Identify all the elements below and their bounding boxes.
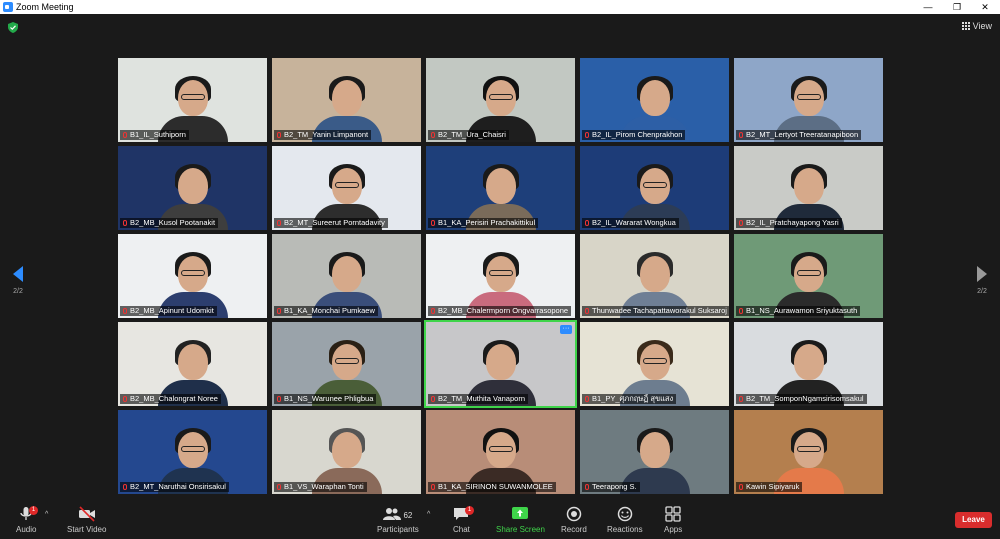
participant-name: B2_MT_Naruthai Onsirisakul bbox=[120, 482, 229, 492]
participant-tile[interactable]: B2_TM_Yanin Limpanont bbox=[272, 58, 421, 142]
participant-name: B2_MT_Sureerut Porntadavity bbox=[274, 218, 388, 228]
participant-tile[interactable]: B2_TM_Ura_Chaisri bbox=[426, 58, 575, 142]
start-video-label: Start Video bbox=[67, 525, 107, 534]
next-page-button[interactable]: 2/2 bbox=[974, 266, 990, 300]
participant-name: B2_MB_Chalongrat Noree bbox=[120, 394, 221, 404]
leave-button[interactable]: Leave bbox=[955, 512, 992, 528]
participant-name: B2_TM_SomponNgamsirisomsakul bbox=[736, 394, 867, 404]
participant-name: Kawin Sipiyaruk bbox=[736, 482, 803, 492]
participant-tile[interactable]: B2_MT_Sureerut Porntadavity bbox=[272, 146, 421, 230]
participant-tile[interactable]: B2_IL_Pratchayapong Yasri bbox=[734, 146, 883, 230]
title-bar: Zoom Meeting — ❐ ✕ bbox=[0, 0, 1000, 14]
grid-view-icon bbox=[961, 22, 970, 30]
chat-badge: 1 bbox=[465, 506, 474, 515]
apps-icon bbox=[665, 506, 681, 522]
share-screen-icon bbox=[512, 507, 529, 519]
view-label: View bbox=[972, 21, 992, 31]
participant-name: Thunwadee Tachapattaworakul Suksaroj bbox=[582, 306, 729, 316]
video-off-icon bbox=[78, 506, 95, 522]
audio-badge: 1 bbox=[29, 506, 38, 515]
start-video-button[interactable]: Start Video bbox=[67, 506, 106, 534]
participant-name: B2_MB_Chalermporn Ongvarrasopone bbox=[428, 306, 572, 316]
participant-tile[interactable]: B1_KA_SIRINON SUWANMOLEE bbox=[426, 410, 575, 494]
arrow-left-icon bbox=[13, 266, 23, 282]
participant-tile[interactable]: B1_PY_ศุภกฤษฏิ์ สุขแสง bbox=[580, 322, 729, 406]
participant-tile[interactable]: B2_MB_Chalermporn Ongvarrasopone bbox=[426, 234, 575, 318]
record-icon bbox=[566, 506, 582, 522]
gallery-view: View 2/2 2/2 B1_IL_Suthiporn B2_TM_Yanin … bbox=[0, 14, 1000, 502]
record-label: Record bbox=[561, 525, 587, 534]
share-screen-label: Share Screen bbox=[496, 525, 545, 534]
participant-tile[interactable]: B1_NS_Aurawamon Sriyuktasuth bbox=[734, 234, 883, 318]
participant-tile[interactable]: B1_NS_Warunee Phligbua bbox=[272, 322, 421, 406]
reactions-label: Reactions bbox=[607, 525, 643, 534]
arrow-right-icon bbox=[977, 266, 987, 282]
participant-name: B2_TM_Ura_Chaisri bbox=[428, 130, 509, 140]
minimize-button[interactable]: — bbox=[913, 0, 943, 14]
participant-name: B2_TM_Yanin Limpanont bbox=[274, 130, 372, 140]
participant-name: B2_MB_Kusol Pootanakit bbox=[120, 218, 219, 228]
participants-button[interactable]: 62 Participants bbox=[377, 506, 419, 534]
participant-tile[interactable]: B2_MT_Lertyot Treeratanapiboon bbox=[734, 58, 883, 142]
reactions-icon bbox=[617, 506, 633, 522]
chat-label: Chat bbox=[453, 525, 470, 534]
participant-tile[interactable]: B2_IL_Wararat Wongkua bbox=[580, 146, 729, 230]
close-button[interactable]: ✕ bbox=[970, 0, 1000, 14]
participant-tile[interactable]: B2_MT_Naruthai Onsirisakul bbox=[118, 410, 267, 494]
participant-name: Teerapong S. bbox=[582, 482, 640, 492]
apps-button[interactable]: Apps bbox=[664, 506, 682, 534]
participant-name: B1_VS_Waraphan Tonti bbox=[274, 482, 367, 492]
apps-label: Apps bbox=[664, 525, 683, 534]
audio-label: Audio bbox=[16, 525, 37, 534]
shield-icon[interactable] bbox=[8, 22, 18, 33]
participants-count: 62 bbox=[403, 511, 413, 520]
participant-name: B2_TM_Muthita Vanaporn bbox=[428, 394, 528, 404]
meeting-toolbar: Audio 1 ^ Start Video 62 Participants ^ … bbox=[0, 502, 1000, 539]
view-button[interactable]: View bbox=[961, 21, 992, 31]
participant-tile[interactable]: B1_KA_Monchai Pumkaew bbox=[272, 234, 421, 318]
participant-tile[interactable]: B2_IL_Pirom Chenprakhon bbox=[580, 58, 729, 142]
more-options-button[interactable]: ··· bbox=[560, 325, 572, 334]
participant-name: B1_IL_Suthiporn bbox=[120, 130, 189, 140]
participant-tile[interactable]: B1_KA_Perisiri Prachakittikul bbox=[426, 146, 575, 230]
audio-button[interactable]: Audio 1 bbox=[16, 506, 38, 534]
previous-page-button[interactable]: 2/2 bbox=[10, 266, 26, 300]
participant-tile[interactable]: B2_MB_Chalongrat Noree bbox=[118, 322, 267, 406]
participant-name: B1_KA_Perisiri Prachakittikul bbox=[428, 218, 539, 228]
participant-tile[interactable]: Thunwadee Tachapattaworakul Suksaroj bbox=[580, 234, 729, 318]
participant-name: B1_KA_SIRINON SUWANMOLEE bbox=[428, 482, 556, 492]
page-indicator-left: 2/2 bbox=[13, 288, 23, 295]
participant-name: B1_NS_Aurawamon Sriyuktasuth bbox=[736, 306, 861, 316]
participant-tile[interactable]: B2_MB_Kusol Pootanakit bbox=[118, 146, 267, 230]
record-button[interactable]: Record bbox=[561, 506, 587, 534]
participant-tile[interactable]: B2_TM_SomponNgamsirisomsakul bbox=[734, 322, 883, 406]
participant-name: B2_MB_Apinunt Udomkit bbox=[120, 306, 217, 316]
chat-button[interactable]: Chat 1 bbox=[453, 506, 474, 534]
participant-name: B1_NS_Warunee Phligbua bbox=[274, 394, 377, 404]
participant-tile[interactable]: Teerapong S. bbox=[580, 410, 729, 494]
participants-label: Participants bbox=[377, 525, 419, 534]
window-title: Zoom Meeting bbox=[16, 2, 74, 12]
zoom-logo-icon bbox=[3, 2, 13, 12]
participant-name: B2_IL_Wararat Wongkua bbox=[582, 218, 679, 228]
participant-tile[interactable]: B1_VS_Waraphan Tonti bbox=[272, 410, 421, 494]
page-indicator-right: 2/2 bbox=[977, 288, 987, 295]
participants-options-caret[interactable]: ^ bbox=[427, 511, 430, 518]
participant-tile[interactable]: ··· B2_TM_Muthita Vanaporn bbox=[424, 320, 577, 408]
participants-icon bbox=[383, 508, 402, 520]
participant-name: B2_IL_Pirom Chenprakhon bbox=[582, 130, 686, 140]
participant-name: B2_MT_Lertyot Treeratanapiboon bbox=[736, 130, 862, 140]
restore-button[interactable]: ❐ bbox=[942, 0, 972, 14]
audio-options-caret[interactable]: ^ bbox=[45, 511, 48, 518]
participant-name: B1_KA_Monchai Pumkaew bbox=[274, 306, 378, 316]
participant-name: B1_PY_ศุภกฤษฏิ์ สุขแสง bbox=[582, 394, 677, 404]
participant-name: B2_IL_Pratchayapong Yasri bbox=[736, 218, 842, 228]
participant-tile[interactable]: B2_MB_Apinunt Udomkit bbox=[118, 234, 267, 318]
participant-tile[interactable]: B1_IL_Suthiporn bbox=[118, 58, 267, 142]
reactions-button[interactable]: Reactions bbox=[607, 506, 643, 534]
share-screen-button[interactable]: Share Screen bbox=[496, 506, 545, 534]
participant-tile[interactable]: Kawin Sipiyaruk bbox=[734, 410, 883, 494]
